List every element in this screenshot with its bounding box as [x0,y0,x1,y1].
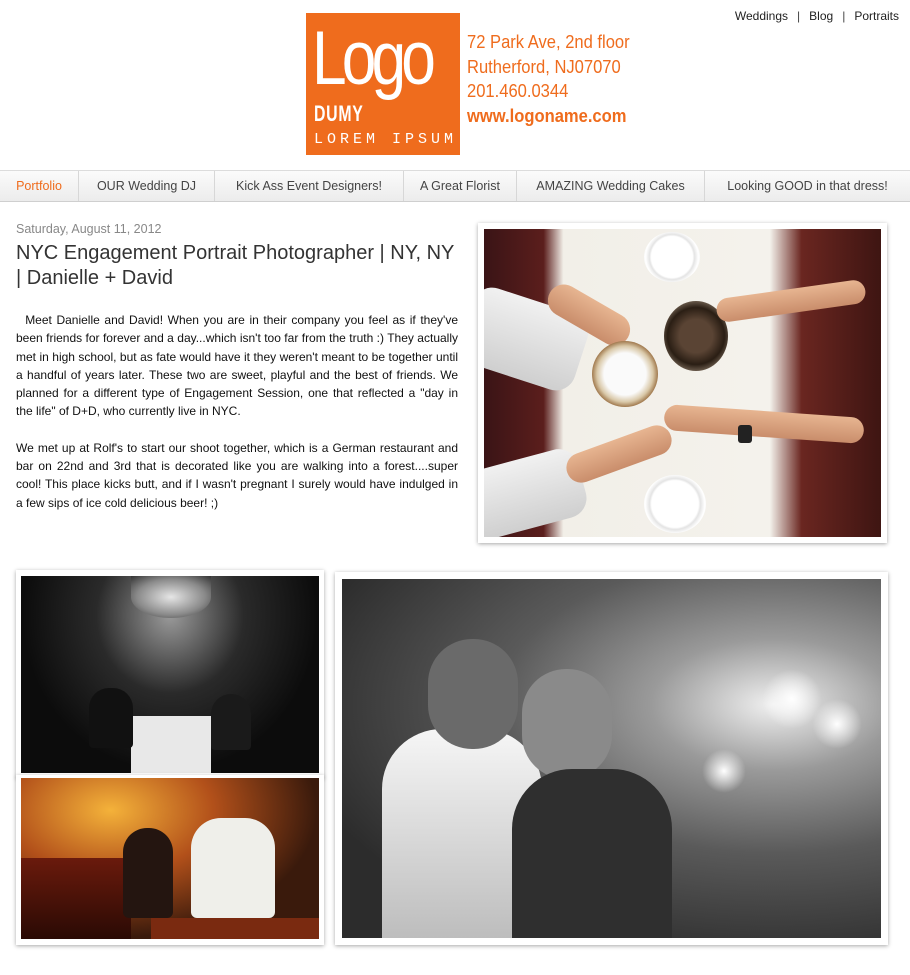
contact-website-link[interactable]: www.logoname.com [467,104,630,129]
arm-bottom [562,421,676,487]
arm-top-right [715,278,867,324]
arm-right [663,404,865,444]
photo-frame-restaurant-color[interactable] [16,775,324,945]
contact-info: 72 Park Ave, 2nd floor Rutherford, NJ070… [467,30,644,128]
nav-item-portfolio[interactable]: Portfolio [0,171,79,201]
photo-frame-table[interactable] [478,223,887,543]
bokeh-light [702,749,746,793]
post-paragraph: Meet Danielle and David! When you are in… [16,311,458,421]
nav-item-florist[interactable]: A Great Florist [404,171,517,201]
top-links-separator: | [797,9,801,23]
post-date: Saturday, August 11, 2012 [16,222,162,236]
table-edge [151,918,319,939]
photo-restaurant-color [21,778,319,939]
photo-frame-couple-bw[interactable] [335,572,888,945]
top-links-separator: | [842,9,846,23]
woman-dress [512,769,672,938]
nav-item-event-designers[interactable]: Kick Ass Event Designers! [215,171,404,201]
wristwatch [738,425,752,443]
post-paragraph: We met up at Rolf's to start our shoot t… [16,440,458,510]
top-links: Weddings | Blog | Portraits [735,9,899,23]
nav-item-dress[interactable]: Looking GOOD in that dress! [705,171,910,201]
man-head [428,639,518,749]
logo-sub-text: LOREM IPSUM [314,131,458,148]
post-title[interactable]: NYC Engagement Portrait Photographer | N… [16,241,461,291]
woman-figure [123,828,173,918]
top-link-blog[interactable]: Blog [809,9,833,23]
top-link-weddings[interactable]: Weddings [735,9,788,23]
photo-couple-bw [342,579,881,938]
plate-top [644,232,700,282]
photo-restaurant-bw [21,576,319,773]
post-body: Meet Danielle and David! When you are in… [16,311,458,530]
man-figure [191,818,275,918]
booth-seat [21,858,131,939]
photo-couple-table [484,229,881,537]
logo-main-text: Logo [312,16,436,101]
main-nav: Portfolio OUR Wedding DJ Kick Ass Event … [0,170,910,202]
plate-bottom [644,475,706,533]
tablecloth [131,716,211,773]
post-paragraph-text: Meet Danielle and David! When you are in… [16,313,458,419]
contact-address-line1: 72 Park Ave, 2nd floor [467,32,630,52]
beer-mug-light [592,341,658,407]
person-right [211,694,251,750]
logo-dumy-text: DUMY [314,101,364,126]
tiffany-lamp [131,576,211,618]
top-link-portraits[interactable]: Portraits [854,9,899,23]
nav-item-wedding-cakes[interactable]: AMAZING Wedding Cakes [517,171,705,201]
contact-address-line2: Rutherford, NJ07070 [467,56,621,77]
site-logo[interactable]: Logo DUMY LOREM IPSUM [306,13,460,155]
person-left [89,688,133,748]
bokeh-light [812,699,862,749]
contact-phone: 201.460.0344 [467,81,569,101]
woman-head [522,669,612,779]
photo-frame-restaurant-bw[interactable] [16,570,324,778]
nav-item-wedding-dj[interactable]: OUR Wedding DJ [79,171,215,201]
